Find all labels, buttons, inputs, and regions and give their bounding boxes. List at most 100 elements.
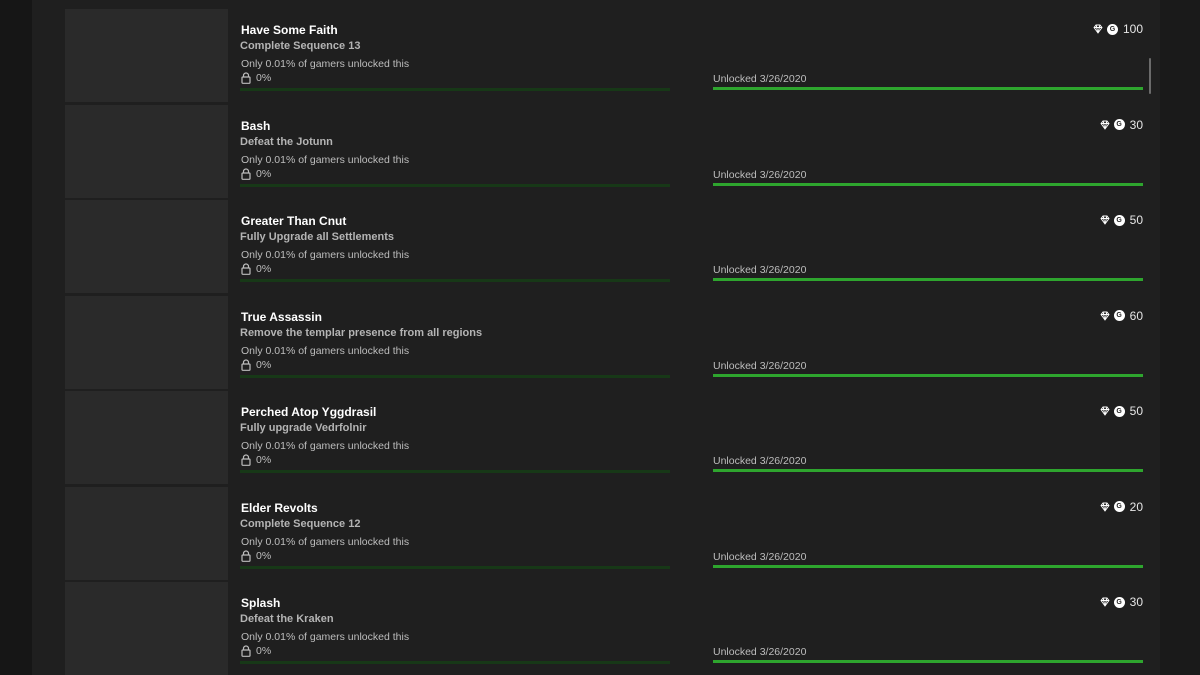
progress-percent: 0% — [256, 454, 272, 466]
progress-percent: 0% — [256, 72, 272, 84]
achievement-progress: 0% — [241, 645, 271, 657]
gamerscore-icon: G — [1113, 596, 1125, 608]
gem-icon — [1100, 597, 1110, 607]
gamerscore-icon: G — [1113, 310, 1125, 321]
lock-icon — [241, 454, 251, 466]
achievement-description: Defeat the Kraken — [240, 613, 334, 625]
progress-percent: 0% — [256, 549, 272, 562]
unlock-bar — [713, 469, 1143, 472]
achievement-description: Fully Upgrade all Settlements — [240, 231, 395, 243]
lock-icon — [241, 263, 251, 275]
achievement-row[interactable]: Have Some Faith Complete Sequence 13 Onl… — [64, 9, 1154, 105]
achievement-row[interactable]: Splash Defeat the Kraken Only 0.01% of g… — [64, 582, 1154, 675]
gamerscore: G 30 — [1100, 118, 1143, 132]
achievement-rarity: Only 0.01% of gamers unlocked this — [241, 631, 410, 643]
unlock-bar — [713, 373, 1143, 377]
achievement-rarity: Only 0.01% of gamers unlocked this — [241, 440, 410, 452]
gamerscore-icon: G — [1113, 501, 1125, 512]
lock-icon — [241, 549, 251, 562]
achievement-image — [65, 582, 228, 675]
unlock-bar — [713, 564, 1143, 568]
unlock-bar — [713, 660, 1143, 663]
unlock-bar — [713, 278, 1143, 281]
achievement-description: Remove the templar presence from all reg… — [240, 326, 483, 339]
achievement-row[interactable]: Perched Atop Yggdrasil Fully upgrade Ved… — [64, 391, 1154, 487]
progress-percent: 0% — [256, 645, 272, 657]
achievement-title: Greater Than Cnut — [241, 214, 347, 228]
score-value: 50 — [1129, 213, 1143, 227]
gamerscore-icon: G — [1113, 119, 1125, 130]
gem-icon — [1100, 120, 1110, 130]
gamerscore: G 30 — [1100, 595, 1143, 609]
gem-icon — [1100, 215, 1110, 225]
achievement-progress: 0% — [241, 168, 271, 180]
lock-icon — [241, 167, 251, 180]
achievement-title: Bash — [241, 118, 271, 133]
gamerscore: G 60 — [1100, 309, 1143, 323]
achievement-row[interactable]: Bash Defeat the Jotunn Only 0.01% of gam… — [64, 104, 1154, 201]
achievement-image — [65, 200, 228, 293]
achievement-image — [65, 391, 228, 484]
unlock-date: Unlocked 3/26/2020 — [713, 168, 807, 181]
gem-icon — [1100, 502, 1110, 512]
unlock-date: Unlocked 3/26/2020 — [713, 455, 807, 467]
achievement-row[interactable]: Elder Revolts Complete Sequence 12 Only … — [64, 486, 1154, 583]
gem-icon — [1100, 406, 1110, 416]
unlock-date: Unlocked 3/26/2020 — [713, 550, 807, 563]
right-gutter — [1160, 0, 1200, 675]
achievement-title: True Assassin — [241, 309, 322, 324]
achievement-list: Have Some Faith Complete Sequence 13 Onl… — [64, 9, 1154, 675]
rarity-bar — [240, 183, 670, 187]
unlock-bar — [713, 182, 1143, 186]
achievement-rarity: Only 0.01% of gamers unlocked this — [241, 344, 410, 357]
progress-percent: 0% — [256, 358, 272, 371]
achievement-title: Have Some Faith — [241, 23, 338, 37]
achievement-rarity: Only 0.01% of gamers unlocked this — [241, 535, 410, 548]
achievement-image — [65, 486, 228, 580]
rarity-bar — [240, 88, 670, 91]
achievement-row[interactable]: True Assassin Remove the templar presenc… — [64, 295, 1154, 392]
achievement-rarity: Only 0.01% of gamers unlocked this — [241, 249, 410, 261]
rarity-bar — [240, 279, 670, 282]
achievement-progress: 0% — [241, 72, 271, 84]
achievement-progress: 0% — [241, 263, 271, 275]
achievements-screen: Have Some Faith Complete Sequence 13 Onl… — [0, 0, 1200, 675]
score-value: 60 — [1129, 308, 1143, 323]
score-value: 50 — [1129, 404, 1143, 418]
unlock-date: Unlocked 3/26/2020 — [713, 264, 807, 276]
gamerscore: G 50 — [1100, 404, 1143, 418]
gamerscore: G 20 — [1100, 500, 1143, 514]
achievement-title: Perched Atop Yggdrasil — [241, 405, 377, 419]
gamerscore: G 50 — [1100, 213, 1143, 227]
lock-icon — [241, 72, 251, 84]
score-value: 30 — [1129, 117, 1143, 132]
achievement-progress: 0% — [241, 454, 271, 466]
achievement-progress: 0% — [241, 359, 271, 371]
score-value: 100 — [1122, 22, 1143, 36]
rarity-bar — [240, 565, 670, 569]
achievement-image — [65, 295, 228, 389]
gamerscore: G 100 — [1093, 22, 1143, 36]
lock-icon — [241, 358, 251, 371]
achievement-rarity: Only 0.01% of gamers unlocked this — [241, 153, 410, 166]
gem-icon — [1100, 311, 1110, 321]
score-value: 20 — [1129, 499, 1143, 514]
achievement-rarity: Only 0.01% of gamers unlocked this — [241, 58, 410, 70]
gamerscore-icon: G — [1106, 23, 1118, 35]
unlock-date: Unlocked 3/26/2020 — [713, 73, 807, 85]
achievement-image — [65, 9, 228, 102]
rarity-bar — [240, 470, 670, 473]
achievement-description: Defeat the Jotunn — [240, 135, 333, 148]
progress-percent: 0% — [256, 263, 272, 275]
achievement-description: Complete Sequence 13 — [240, 40, 361, 52]
progress-percent: 0% — [256, 167, 272, 180]
achievement-description: Complete Sequence 12 — [240, 517, 361, 530]
unlock-date: Unlocked 3/26/2020 — [713, 359, 807, 372]
gamerscore-icon: G — [1113, 405, 1125, 417]
achievement-image — [65, 104, 228, 198]
score-value: 30 — [1129, 595, 1143, 609]
achievement-progress: 0% — [241, 550, 271, 562]
achievement-title: Elder Revolts — [241, 500, 318, 515]
achievement-description: Fully upgrade Vedrfolnir — [240, 422, 367, 434]
achievement-row[interactable]: Greater Than Cnut Fully Upgrade all Sett… — [64, 200, 1154, 296]
